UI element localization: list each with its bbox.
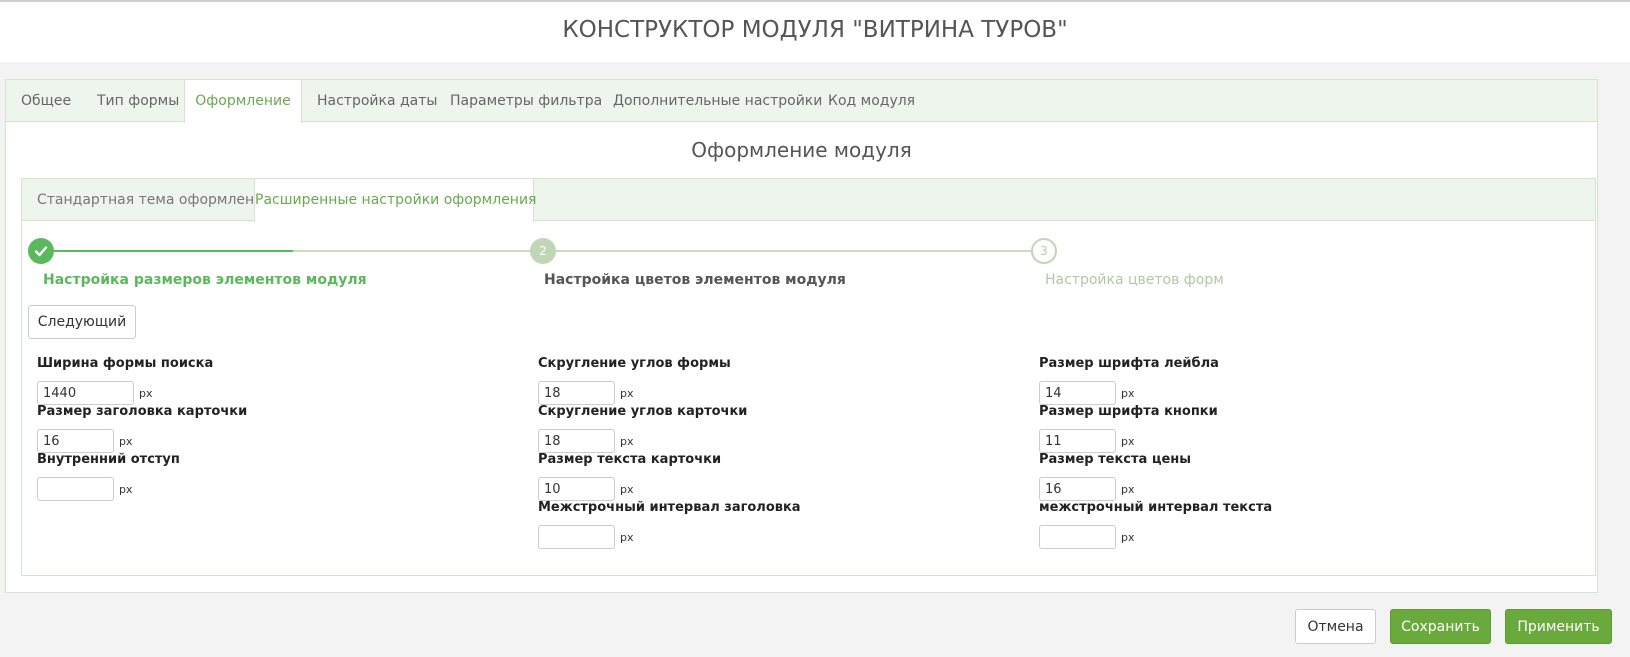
subtab-advanced-settings[interactable]: Расширенные настройки оформления (254, 179, 536, 222)
step-progress-fill (54, 250, 293, 252)
unit-label: px (1121, 387, 1135, 400)
inner-padding-label: Внутренний отступ (37, 452, 180, 467)
tab-general[interactable]: Общее (21, 80, 71, 122)
text-line-height-input[interactable] (1039, 525, 1116, 549)
page-header: КОНСТРУКТОР МОДУЛЯ "ВИТРИНА ТУРОВ" (0, 0, 1630, 62)
subtab-standard-theme[interactable]: Стандартная тема оформления (37, 179, 272, 221)
button-font-size-input[interactable] (1039, 429, 1116, 453)
step-1-label[interactable]: Настройка размеров элементов модуля (43, 272, 367, 288)
unit-label: px (1121, 435, 1135, 448)
label-font-size-input[interactable] (1039, 381, 1116, 405)
tab-filter-params[interactable]: Параметры фильтра (450, 80, 602, 122)
tab-module-code[interactable]: Код модуля (828, 80, 915, 122)
search-form-width-input[interactable] (37, 381, 134, 405)
save-button[interactable]: Сохранить (1390, 609, 1491, 644)
unit-label: px (119, 435, 133, 448)
unit-label: px (1121, 483, 1135, 496)
tab-form-type[interactable]: Тип формы (97, 80, 179, 122)
unit-label: px (620, 387, 634, 400)
next-button[interactable]: Следующий (28, 305, 136, 339)
subtab-bar: Стандартная тема оформления Расширенные … (22, 179, 1595, 222)
step-2-circle[interactable]: 2 (530, 238, 556, 264)
unit-label: px (620, 483, 634, 496)
step-1-check-icon[interactable] (28, 238, 54, 264)
title-line-height-label: Межстрочный интервал заголовка (538, 500, 801, 515)
search-form-width-label: Ширина формы поиска (37, 356, 214, 371)
label-font-size-label: Размер шрифта лейбла (1039, 356, 1219, 371)
title-line-height-input[interactable] (538, 525, 615, 549)
unit-label: px (620, 531, 634, 544)
card-radius-label: Скругление углов карточки (538, 404, 748, 419)
section-title: Оформление модуля (691, 138, 912, 162)
form-radius-label: Скругление углов формы (538, 356, 731, 371)
tab-design[interactable]: Оформление (184, 80, 302, 123)
price-text-size-input[interactable] (1039, 477, 1116, 501)
unit-label: px (119, 483, 133, 496)
step-3-circle[interactable]: 3 (1031, 238, 1057, 264)
unit-label: px (1121, 531, 1135, 544)
page-title: КОНСТРУКТОР МОДУЛЯ "ВИТРИНА ТУРОВ" (562, 17, 1068, 43)
cancel-button[interactable]: Отмена (1295, 609, 1376, 644)
unit-label: px (620, 435, 634, 448)
tab-bar: Общее Тип формы Оформление Настройка дат… (6, 80, 1597, 123)
design-settings-box: Стандартная тема оформления Расширенные … (21, 178, 1596, 576)
card-text-size-label: Размер текста карточки (538, 452, 722, 467)
card-title-size-input[interactable] (37, 429, 114, 453)
tab-additional-settings[interactable]: Дополнительные настройки (613, 80, 822, 122)
text-line-height-label: межстрочный интервал текста (1039, 500, 1273, 515)
card-text-size-input[interactable] (538, 477, 615, 501)
tab-date-settings[interactable]: Настройка даты (317, 80, 437, 122)
button-font-size-label: Размер шрифта кнопки (1039, 404, 1218, 419)
step-3-label[interactable]: Настройка цветов форм (1045, 272, 1224, 288)
step-2-label[interactable]: Настройка цветов элементов модуля (544, 272, 846, 288)
inner-padding-input[interactable] (37, 477, 114, 501)
card-radius-input[interactable] (538, 429, 615, 453)
unit-label: px (139, 387, 153, 400)
step-line-2-3 (556, 250, 1031, 252)
price-text-size-label: Размер текста цены (1039, 452, 1192, 467)
form-radius-input[interactable] (538, 381, 615, 405)
card-title-size-label: Размер заголовка карточки (37, 404, 248, 419)
main-panel: Общее Тип формы Оформление Настройка дат… (5, 79, 1598, 593)
apply-button[interactable]: Применить (1505, 609, 1612, 644)
